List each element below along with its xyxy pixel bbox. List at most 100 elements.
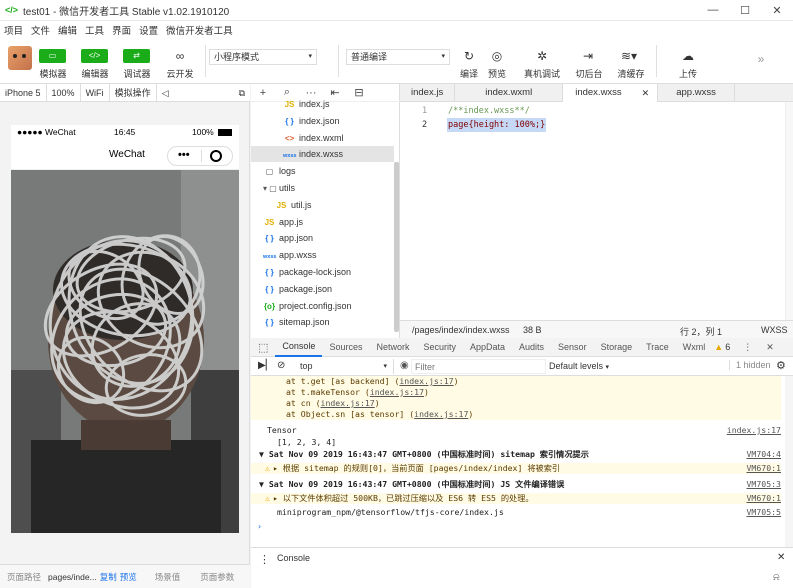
file-tree-item[interactable]: { } package-lock.json [251, 264, 394, 280]
tab-sensor[interactable]: Sensor [551, 342, 594, 352]
drawer-tab-console[interactable]: Console [277, 553, 310, 563]
file-tree-item[interactable]: <> index.wxml [251, 130, 394, 146]
close-window-button[interactable]: ✕ [761, 4, 793, 17]
language-mode[interactable]: WXSS [761, 325, 788, 335]
cloud-dev-icon[interactable]: ∞ [171, 48, 189, 64]
file-tree-item[interactable]: JS app.js [251, 214, 394, 230]
layers-icon[interactable]: ≋▾ [620, 48, 638, 64]
volume-icon[interactable]: ◁ [157, 84, 174, 102]
tab-wxml[interactable]: Wxml [676, 342, 713, 352]
tab-network[interactable]: Network [369, 342, 416, 352]
refresh-icon[interactable]: ↻ [460, 48, 478, 64]
console-log[interactable]: at t.get [as backend] (index.js:17) at t.… [251, 376, 793, 547]
close-devtools-icon[interactable]: ✕ [759, 342, 781, 353]
minimize-button[interactable]: — [697, 4, 729, 17]
file-tree-item[interactable]: {o} project.config.json [251, 298, 394, 314]
source-link[interactable]: index.js:17 [370, 387, 424, 397]
source-link[interactable]: VM670:1 [746, 493, 781, 504]
tab-storage[interactable]: Storage [594, 342, 640, 352]
console-prompt[interactable]: › [251, 521, 781, 532]
maximize-button[interactable]: ☐ [729, 4, 761, 17]
menu-edit[interactable]: 编辑 [58, 23, 77, 37]
file-tree-item[interactable]: ▢ logs [251, 163, 394, 179]
file-tree-item[interactable]: { } package.json [251, 281, 394, 297]
menu-file[interactable]: 文件 [31, 23, 50, 37]
tab-index-wxml[interactable]: index.wxml [455, 84, 564, 102]
menu-capsule[interactable]: ••• [167, 146, 233, 166]
file-tree-item[interactable]: wxss index.wxss [251, 146, 394, 163]
switch-background-icon[interactable]: ⇥ [579, 48, 597, 64]
file-tree-item[interactable]: { } sitemap.json [251, 314, 394, 330]
more-vert-icon[interactable]: ⋮ [259, 553, 270, 566]
tab-trace[interactable]: Trace [639, 342, 676, 352]
more-dots-icon[interactable]: ••• [178, 149, 190, 161]
editor-toggle[interactable]: </> [81, 49, 108, 63]
device-select[interactable]: iPhone 5 [0, 83, 47, 102]
close-drawer-icon[interactable]: ✕ [777, 552, 785, 563]
close-circle-icon[interactable] [210, 150, 222, 162]
notification-bell-icon[interactable]: ⍾ [773, 572, 780, 583]
tab-audits[interactable]: Audits [512, 342, 551, 352]
source-link[interactable]: VM704:4 [746, 449, 781, 460]
warning-count[interactable]: 6 [725, 342, 730, 352]
source-link[interactable]: VM705:5 [746, 507, 781, 518]
menu-view[interactable]: 界面 [112, 23, 131, 37]
tab-index-js[interactable]: index.js [400, 84, 456, 102]
sidebar-toggle-icon[interactable]: ▶▏ [258, 360, 273, 371]
source-link[interactable]: index.js:17 [727, 425, 781, 436]
compile-mode-select[interactable]: 普通编译 ▾ [346, 49, 450, 65]
file-tree-item[interactable]: { } index.json [251, 113, 394, 129]
file-tree-scrollbar[interactable] [394, 162, 399, 332]
tab-security[interactable]: Security [416, 342, 463, 352]
sim-ops-select[interactable]: 模拟操作 [110, 83, 157, 102]
bug-icon[interactable]: ✲ [533, 48, 551, 64]
tab-index-wxss[interactable]: index.wxss ✕ [563, 84, 659, 102]
menu-project[interactable]: 项目 [4, 23, 23, 37]
inspect-icon[interactable]: ⬚ [251, 341, 275, 354]
log-levels-select[interactable]: Default levels ▾ [549, 359, 637, 375]
upload-cloud-icon[interactable]: ☁ [679, 48, 697, 64]
tab-console[interactable]: Console [275, 338, 323, 357]
gear-icon[interactable]: ⚙ [776, 359, 786, 372]
phone-screen[interactable]: ●●●●● WeChat 16:45 100% WeChat ••• [11, 125, 239, 533]
close-tab-icon[interactable]: ✕ [642, 84, 650, 102]
file-tree-item[interactable]: JS util.js [251, 197, 394, 213]
editor-scrollbar[interactable] [785, 102, 793, 320]
zoom-select[interactable]: 100% [47, 83, 81, 102]
mode-select[interactable]: 小程序模式 ▾ [209, 49, 317, 65]
clear-console-icon[interactable]: ⊘ [277, 360, 285, 371]
eye-icon[interactable]: ◉ [400, 360, 409, 371]
page-params-button[interactable]: 页面参数 [200, 571, 234, 583]
preview-path-link[interactable]: 预览 [120, 571, 137, 583]
menu-tools[interactable]: 工具 [85, 23, 104, 37]
avatar[interactable] [8, 46, 32, 70]
scene-value-button[interactable]: 场景值 [155, 571, 181, 583]
more-vert-icon[interactable]: ⋮ [736, 342, 759, 353]
chevron-right-double-icon[interactable]: » [752, 51, 770, 67]
file-tree-item[interactable]: ▾ ▢ utils [251, 180, 394, 196]
file-tree-item[interactable]: wxss app.wxss [251, 247, 394, 263]
context-select[interactable]: top ▾ [294, 359, 394, 374]
console-scrollbar[interactable] [785, 376, 793, 547]
tab-app-wxss[interactable]: app.wxss [658, 84, 735, 102]
network-select[interactable]: WiFi [81, 83, 110, 102]
filter-input[interactable] [411, 359, 546, 374]
menu-settings[interactable]: 设置 [139, 23, 158, 37]
tab-appdata[interactable]: AppData [463, 342, 512, 352]
eye-icon[interactable]: ◎ [488, 48, 506, 64]
cursor-position[interactable]: 行 2，列 1 [680, 325, 722, 338]
source-link[interactable]: VM670:1 [746, 463, 781, 474]
tab-sources[interactable]: Sources [322, 342, 369, 352]
menu-wechat-devtools[interactable]: 微信开发者工具 [166, 23, 233, 37]
source-link[interactable]: index.js:17 [414, 409, 468, 419]
file-tree-item[interactable]: JS index.js [251, 96, 394, 112]
source-link[interactable]: index.js:17 [399, 376, 453, 386]
simulator-toggle[interactable]: ▭ [39, 49, 66, 63]
code-editor[interactable]: 1 /**index.wxss**/ 2 page{height: 100%;} [400, 102, 793, 320]
file-tree-item[interactable]: { } app.json [251, 230, 394, 246]
source-link[interactable]: VM705:3 [746, 479, 781, 490]
popout-icon[interactable]: ⧉ [234, 84, 250, 102]
source-link[interactable]: index.js:17 [321, 398, 375, 408]
debugger-toggle[interactable]: ⇄ [123, 49, 150, 63]
copy-path-link[interactable]: 复制 [100, 571, 117, 583]
